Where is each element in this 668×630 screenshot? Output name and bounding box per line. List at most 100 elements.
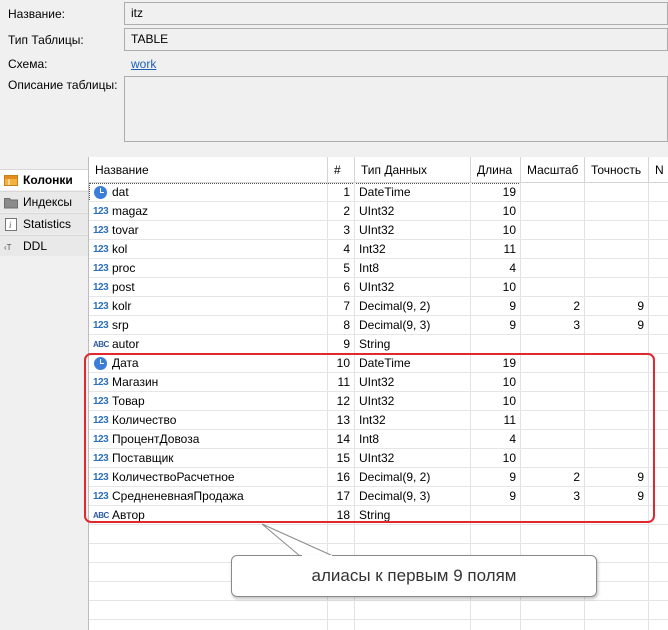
precision-cell [585, 354, 649, 373]
empty-cell [89, 601, 328, 620]
table-type-field[interactable]: TABLE [124, 28, 668, 51]
table-row[interactable]: 123 Количество 13 Int32 11 [89, 411, 668, 430]
number-type-icon: 123 [93, 282, 109, 293]
ordinal-cell: 9 [328, 335, 355, 354]
tab-0[interactable]: Колонки [0, 169, 88, 190]
ordinal-cell: 15 [328, 449, 355, 468]
scale-cell [521, 335, 585, 354]
schema-link[interactable]: work [131, 57, 156, 71]
table-row[interactable]: 123 post 6 UInt32 10 [89, 278, 668, 297]
column-header[interactable]: Масштаб [521, 157, 585, 183]
column-header[interactable]: Длина [471, 157, 521, 183]
column-name-cell: dat [89, 183, 328, 202]
table-row[interactable]: 123 СредненевнаяПродажа 17 Decimal(9, 3) 9 3 9 [89, 487, 668, 506]
column-name-cell: 123 magaz [89, 202, 328, 221]
scale-cell [521, 240, 585, 259]
column-name: Автор [112, 508, 145, 522]
length-cell: 9 [471, 468, 521, 487]
table-row[interactable]: 123 Товар 12 UInt32 10 [89, 392, 668, 411]
nullable-cell [649, 411, 668, 430]
column-name: dat [112, 185, 129, 199]
column-name: Дата [112, 356, 139, 370]
nullable-cell [649, 487, 668, 506]
empty-cell [355, 525, 471, 544]
ordinal-cell: 17 [328, 487, 355, 506]
column-header[interactable]: Название [89, 157, 328, 183]
column-header[interactable]: Тип Данных [355, 157, 471, 183]
column-name: Поставщик [112, 451, 174, 465]
column-header[interactable]: Точность [585, 157, 649, 183]
number-type-icon: 123 [93, 263, 109, 274]
empty-cell [328, 620, 355, 630]
column-header[interactable]: # [328, 157, 355, 183]
number-type-icon: 123 [93, 244, 109, 255]
column-name: srp [112, 318, 129, 332]
table-row[interactable]: ABC Автор 18 String [89, 506, 668, 525]
precision-cell [585, 430, 649, 449]
table-row[interactable]: dat 1 DateTime 19 [89, 183, 668, 202]
nullable-cell [649, 373, 668, 392]
schema-label: Схема: [8, 57, 48, 71]
scale-cell [521, 259, 585, 278]
number-type-icon: 123 [93, 320, 109, 331]
ordinal-cell: 2 [328, 202, 355, 221]
data-type-cell: Int32 [355, 240, 471, 259]
table-row[interactable]: Дата 10 DateTime 19 [89, 354, 668, 373]
clock-icon [94, 186, 107, 199]
table-row[interactable]: 123 ПроцентДовоза 14 Int8 4 [89, 430, 668, 449]
precision-cell [585, 221, 649, 240]
precision-cell [585, 373, 649, 392]
precision-cell [585, 202, 649, 221]
description-field[interactable] [124, 76, 668, 142]
length-cell: 9 [471, 487, 521, 506]
table-editor: Название: itz Тип Таблицы: TABLE Схема: … [0, 0, 668, 630]
precision-cell: 9 [585, 316, 649, 335]
precision-cell: 9 [585, 297, 649, 316]
column-name-cell: Дата [89, 354, 328, 373]
data-type-cell: UInt32 [355, 278, 471, 297]
table-row[interactable]: 123 tovar 3 UInt32 10 [89, 221, 668, 240]
table-row[interactable]: 123 kol 4 Int32 11 [89, 240, 668, 259]
column-name: kol [112, 242, 128, 256]
column-name-cell: 123 kol [89, 240, 328, 259]
precision-cell [585, 240, 649, 259]
scale-cell: 3 [521, 487, 585, 506]
string-type-icon: ABC [93, 340, 109, 349]
empty-cell [649, 601, 668, 620]
tab-1[interactable]: Индексы [0, 191, 88, 212]
scale-cell [521, 411, 585, 430]
table-row[interactable]: 123 Магазин 11 UInt32 10 [89, 373, 668, 392]
empty-cell [585, 620, 649, 630]
length-cell: 9 [471, 316, 521, 335]
number-type-icon: 123 [93, 225, 109, 236]
table-row[interactable]: 123 proc 5 Int8 4 [89, 259, 668, 278]
column-name: Количество [112, 413, 177, 427]
column-header[interactable]: N [649, 157, 668, 183]
ordinal-cell: 18 [328, 506, 355, 525]
empty-row [89, 620, 668, 630]
table-row[interactable]: ABC autor 9 String [89, 335, 668, 354]
precision-cell [585, 259, 649, 278]
column-name-cell: 123 srp [89, 316, 328, 335]
number-type-icon: 123 [93, 434, 109, 445]
tab-2[interactable]: i Statistics [0, 213, 88, 234]
table-row[interactable]: 123 srp 8 Decimal(9, 3) 9 3 9 [89, 316, 668, 335]
column-name: proc [112, 261, 136, 275]
precision-cell [585, 449, 649, 468]
precision-cell [585, 183, 649, 202]
ordinal-cell: 5 [328, 259, 355, 278]
tab-3[interactable]: ‹T DDL [0, 235, 88, 256]
tab-label: Statistics [23, 217, 72, 231]
table-row[interactable]: 123 magaz 2 UInt32 10 [89, 202, 668, 221]
ordinal-cell: 14 [328, 430, 355, 449]
data-type-cell: Int32 [355, 411, 471, 430]
length-cell: 19 [471, 354, 521, 373]
name-field[interactable]: itz [124, 2, 668, 25]
table-row[interactable]: 123 kolr 7 Decimal(9, 2) 9 2 9 [89, 297, 668, 316]
table-row[interactable]: 123 КоличествоРасчетное 16 Decimal(9, 2) 9 2 9 [89, 468, 668, 487]
empty-cell [585, 525, 649, 544]
table-row[interactable]: 123 Поставщик 15 UInt32 10 [89, 449, 668, 468]
svg-text:‹T: ‹T [4, 243, 12, 252]
number-type-icon: 123 [93, 415, 109, 426]
column-name: tovar [112, 223, 139, 237]
